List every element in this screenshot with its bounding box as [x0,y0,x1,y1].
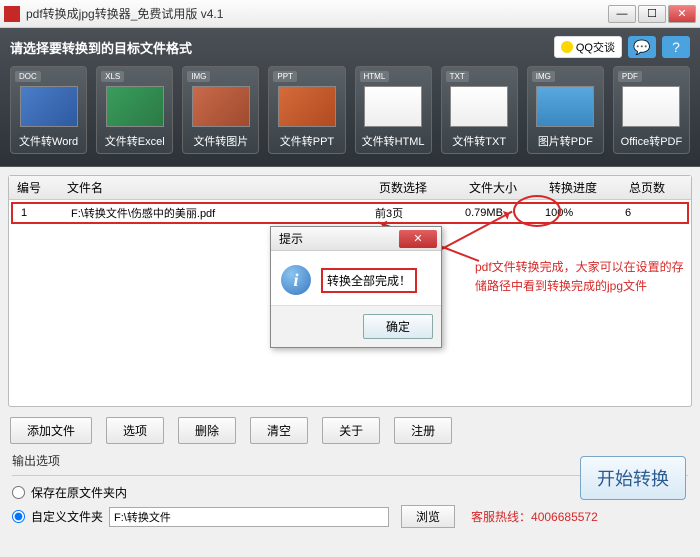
format-list: DOC文件转Word XLS文件转Excel IMG文件转图片 PPT文件转PP… [10,66,690,154]
start-convert-button[interactable]: 开始转换 [580,456,686,500]
table-row[interactable]: 1 F:\转换文件\伤感中的美丽.pdf 前3页 0.79MB 100% 6 [11,202,689,224]
format-html[interactable]: HTML文件转HTML [355,66,432,154]
window-title: pdf转换成jpg转换器_免费试用版 v4.1 [26,5,608,22]
output-path-input[interactable] [109,507,389,527]
help-icon[interactable]: ? [662,36,690,58]
format-office-to-pdf[interactable]: PDFOffice转PDF [613,66,690,154]
format-image[interactable]: IMG文件转图片 [182,66,259,154]
col-name: 文件名 [59,179,371,196]
ppt-icon [278,86,336,127]
dialog-ok-button[interactable]: 确定 [363,314,433,339]
qq-chat-button[interactable]: QQ交谈 [554,36,622,58]
add-file-button[interactable]: 添加文件 [10,417,92,444]
doc-icon [20,86,78,127]
format-ppt[interactable]: PPT文件转PPT [268,66,345,154]
options-button[interactable]: 选项 [106,417,164,444]
app-icon [4,6,20,22]
dialog-title: 提示 [279,230,303,247]
title-bar: pdf转换成jpg转换器_免费试用版 v4.1 — ☐ ✕ [0,0,700,28]
table-header: 编号 文件名 页数选择 文件大小 转换进度 总页数 [9,176,691,200]
chat-icon[interactable]: 💬 [628,36,656,58]
dialog-titlebar: 提示 ✕ [271,227,441,251]
annotation-text: pdf文件转换完成，大家可以在设置的存储路径中看到转换完成的jpg文件 [475,258,685,295]
xls-icon [106,86,164,127]
clear-button[interactable]: 清空 [250,417,308,444]
minimize-button[interactable]: — [608,5,636,23]
header-title: 请选择要转换到的目标文件格式 [10,38,192,57]
message-dialog: 提示 ✕ i 转换全部完成！ 确定 [270,226,442,348]
qq-label: QQ交谈 [576,39,615,55]
col-size: 文件大小 [461,179,541,196]
img2-icon [536,86,594,127]
format-img-to-pdf[interactable]: IMG图片转PDF [527,66,604,154]
img-icon [192,86,250,127]
dialog-close-button[interactable]: ✕ [399,230,437,248]
save-original-label: 保存在原文件夹内 [31,484,127,501]
maximize-button[interactable]: ☐ [638,5,666,23]
info-icon: i [281,265,311,295]
txt-icon [450,86,508,127]
save-original-radio[interactable] [12,486,25,499]
format-txt[interactable]: TXT文件转TXT [441,66,518,154]
annotation-circle [513,195,561,227]
action-buttons: 添加文件 选项 删除 清空 关于 注册 [0,415,700,446]
browse-button[interactable]: 浏览 [401,505,455,528]
format-excel[interactable]: XLS文件转Excel [96,66,173,154]
format-word[interactable]: DOC文件转Word [10,66,87,154]
pdf-icon [622,86,680,127]
delete-button[interactable]: 删除 [178,417,236,444]
dialog-message: 转换全部完成！ [321,268,417,293]
col-id: 编号 [9,179,59,196]
qq-icon [561,41,573,53]
close-button[interactable]: ✕ [668,5,696,23]
custom-folder-radio[interactable] [12,510,25,523]
html-icon [364,86,422,127]
about-button[interactable]: 关于 [322,417,380,444]
col-progress: 转换进度 [541,179,621,196]
col-page: 页数选择 [371,179,461,196]
register-button[interactable]: 注册 [394,417,452,444]
custom-folder-label: 自定义文件夹 [31,508,103,525]
col-total: 总页数 [621,179,691,196]
header: 请选择要转换到的目标文件格式 QQ交谈 💬 ? DOC文件转Word XLS文件… [0,28,700,167]
hotline-text: 客服热线：4006685572 [471,508,598,525]
